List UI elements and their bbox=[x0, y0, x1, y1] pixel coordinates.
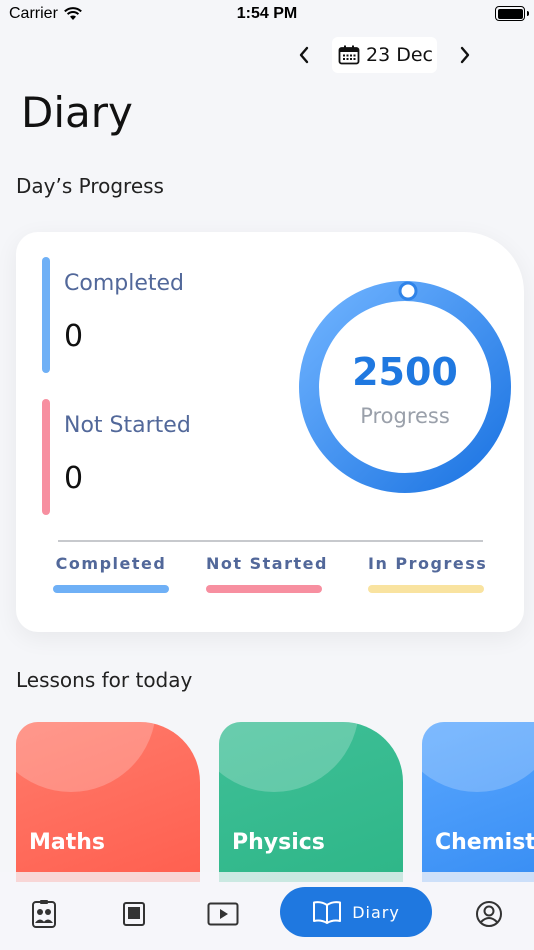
lessons-carousel[interactable]: Maths Physics Chemistry bbox=[16, 722, 534, 882]
date-navigator: 23 Dec bbox=[290, 36, 479, 74]
profile-icon bbox=[476, 901, 502, 927]
not-started-value: 0 bbox=[64, 461, 84, 496]
legend-completed-label: Completed bbox=[55, 554, 167, 573]
date-picker-button[interactable]: 23 Dec bbox=[332, 37, 437, 73]
status-bar: Carrier 1:54 PM bbox=[0, 0, 534, 28]
legend-not-started-label: Not Started bbox=[206, 554, 328, 573]
previous-day-button[interactable] bbox=[290, 36, 318, 74]
classmates-icon bbox=[32, 900, 56, 928]
lesson-card-decoration bbox=[16, 722, 156, 792]
not-started-stat: Not Started 0 bbox=[42, 399, 282, 517]
progress-ring: 2500 Progress bbox=[298, 280, 512, 494]
completed-stat: Completed 0 bbox=[42, 257, 282, 375]
nav-profile[interactable] bbox=[474, 899, 504, 929]
not-started-bar bbox=[42, 399, 50, 515]
ring-value: 2500 bbox=[352, 350, 458, 394]
lesson-card-physics[interactable]: Physics bbox=[219, 722, 403, 882]
nav-diary[interactable]: Diary bbox=[280, 887, 432, 937]
completed-value: 0 bbox=[64, 319, 84, 354]
legend-not-started-swatch bbox=[206, 585, 322, 593]
completed-label: Completed bbox=[64, 271, 184, 296]
lesson-card-decoration bbox=[219, 722, 359, 792]
chevron-left-icon bbox=[299, 46, 309, 64]
book-icon bbox=[123, 902, 145, 926]
chevron-right-icon bbox=[460, 46, 470, 64]
next-day-button[interactable] bbox=[451, 36, 479, 74]
card-divider bbox=[58, 540, 483, 542]
video-icon bbox=[207, 902, 239, 926]
ring-label: Progress bbox=[360, 404, 450, 428]
progress-card: Completed 0 Not Started 0 2500 Progress … bbox=[16, 232, 524, 632]
progress-section-title: Day’s Progress bbox=[16, 174, 164, 198]
current-date: 23 Dec bbox=[366, 44, 433, 66]
nav-books[interactable] bbox=[119, 899, 149, 929]
lesson-card-maths[interactable]: Maths bbox=[16, 722, 200, 882]
not-started-label: Not Started bbox=[64, 413, 191, 438]
nav-classmates[interactable] bbox=[29, 899, 59, 929]
bottom-navigation: Diary bbox=[0, 872, 534, 950]
lesson-card-chemistry[interactable]: Chemistry bbox=[422, 722, 534, 882]
lesson-name: Physics bbox=[232, 830, 325, 855]
legend-completed-swatch bbox=[53, 585, 169, 593]
progress-ring-knob bbox=[398, 281, 418, 301]
battery-icon bbox=[495, 6, 529, 21]
lessons-section-title: Lessons for today bbox=[16, 668, 193, 692]
lesson-name: Chemistry bbox=[435, 830, 534, 855]
diary-icon bbox=[313, 901, 342, 924]
completed-bar bbox=[42, 257, 50, 373]
status-time: 1:54 PM bbox=[236, 5, 298, 22]
lesson-name: Maths bbox=[29, 830, 106, 855]
lesson-card-decoration bbox=[422, 722, 534, 792]
legend-in-progress-label: In Progress bbox=[368, 554, 488, 573]
legend-in-progress: In Progress bbox=[368, 554, 488, 593]
calendar-icon bbox=[338, 45, 360, 65]
legend-completed: Completed bbox=[53, 554, 169, 593]
page-title: Diary bbox=[21, 88, 133, 137]
nav-diary-label: Diary bbox=[352, 902, 400, 922]
legend-not-started: Not Started bbox=[206, 554, 328, 593]
nav-videos[interactable] bbox=[206, 899, 240, 929]
legend-in-progress-swatch bbox=[368, 585, 484, 593]
